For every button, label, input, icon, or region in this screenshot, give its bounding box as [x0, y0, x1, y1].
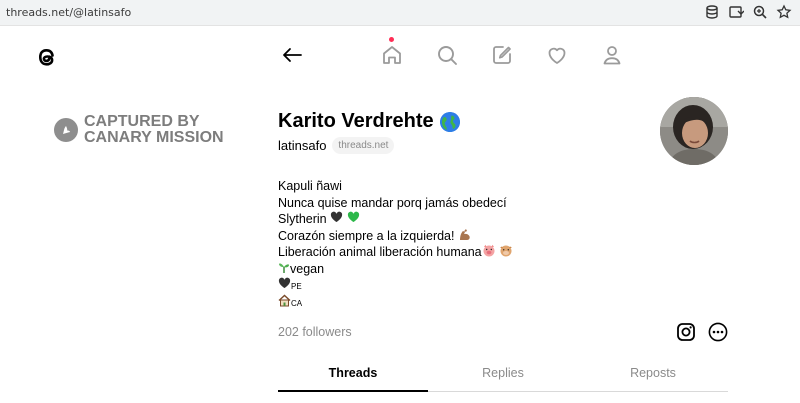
profile-bio: Kapuli ñawi Nunca quise mandar porq jamá…: [278, 178, 513, 310]
black-heart-icon: [278, 277, 291, 294]
home-icon[interactable]: [377, 40, 407, 70]
globe-icon: [439, 111, 460, 132]
bio-line: Corazón siempre a la izquierda!: [278, 228, 513, 245]
browser-address-bar[interactable]: threads.net/@latinsafo: [0, 0, 800, 26]
browser-toolbar-icons: [704, 4, 792, 20]
black-heart-icon: [330, 211, 343, 228]
domain-badge[interactable]: threads.net: [332, 137, 395, 154]
bio-line: Nunca quise mandar porq jamás obedecí: [278, 195, 507, 210]
notification-dot: [389, 37, 394, 42]
watermark-line-1: CAPTURED BY: [84, 113, 200, 130]
cow-face-icon: [499, 244, 513, 262]
profile-handle: latinsafo: [278, 138, 327, 153]
avatar[interactable]: [660, 97, 728, 165]
pig-face-icon: [482, 244, 496, 262]
profile-name: Karito Verdrehte: [278, 110, 434, 132]
bio-line-text: Slytherin: [278, 212, 327, 226]
bio-line-text: PE: [291, 282, 302, 291]
canary-logo-icon: [54, 118, 78, 142]
seedling-icon: [278, 261, 290, 279]
house-icon: [278, 294, 291, 312]
bookmark-icon[interactable]: [776, 4, 792, 20]
bio-line: Liberación animal liberación humana: [278, 244, 513, 261]
zoom-icon[interactable]: [752, 4, 768, 20]
bio-line: CA: [278, 294, 513, 311]
watermark: CAPTURED BY CANARY MISSION: [54, 114, 224, 146]
bio-line-text: Liberación animal liberación humana: [278, 245, 482, 260]
bio-line: PE: [278, 277, 513, 294]
install-icon[interactable]: [728, 4, 745, 20]
profile-name-row: Karito Verdrehte: [278, 110, 460, 133]
handle-row: latinsafo threads.net: [278, 137, 395, 154]
bio-line: vegan: [278, 261, 513, 278]
bio-line-text: CA: [291, 298, 303, 308]
more-options-icon[interactable]: [708, 322, 728, 347]
tab-reposts[interactable]: Reposts: [578, 360, 728, 390]
heart-icon[interactable]: [542, 40, 572, 70]
back-arrow-icon[interactable]: [277, 40, 307, 70]
followers-count[interactable]: 202 followers: [278, 325, 352, 339]
tab-divider: [428, 391, 728, 392]
instagram-icon[interactable]: [676, 322, 696, 347]
bio-line: Kapuli ñawi: [278, 179, 342, 193]
tab-threads[interactable]: Threads: [278, 360, 428, 390]
url-text[interactable]: threads.net/@latinsafo: [6, 6, 131, 19]
search-icon[interactable]: [432, 40, 462, 70]
bio-line: Slytherin: [278, 211, 513, 228]
profile-icon[interactable]: [597, 40, 627, 70]
flexed-biceps-icon: [458, 228, 472, 246]
profile-tabs: Threads Replies Reposts: [278, 360, 728, 394]
bio-line-text: vegan: [290, 261, 325, 276]
bio-line-text: Corazón siempre a la izquierda!: [278, 228, 455, 243]
active-tab-indicator: [278, 390, 428, 392]
top-navigation: [0, 40, 800, 74]
green-heart-icon: [347, 211, 360, 228]
compose-icon[interactable]: [487, 40, 517, 70]
tab-replies[interactable]: Replies: [428, 360, 578, 390]
database-icon[interactable]: [704, 4, 720, 20]
watermark-line-2: CANARY MISSION: [84, 129, 224, 146]
